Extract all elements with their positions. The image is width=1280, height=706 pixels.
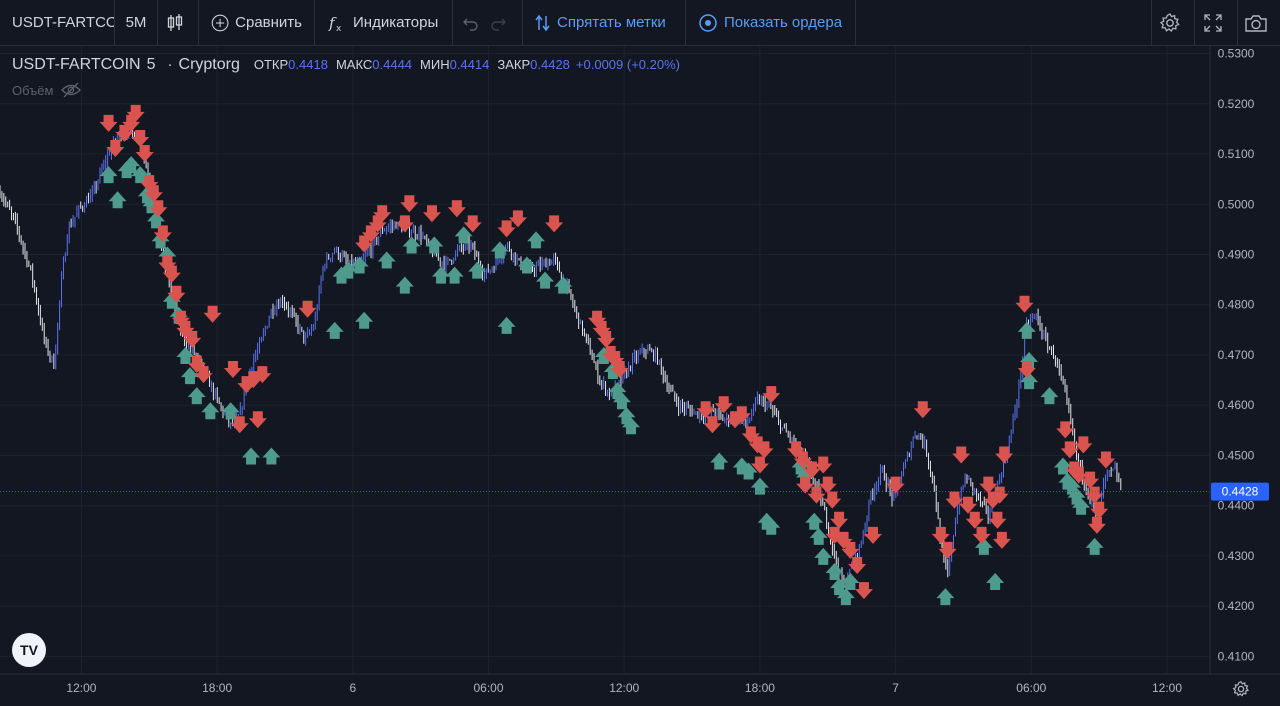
settings-button[interactable] [1151,0,1194,46]
time-tick-label: 7 [892,681,899,695]
legend-high-label: МАКС [335,57,373,72]
legend-interval: 5 [146,56,156,73]
legend-open-value: 0.4418 [288,57,328,72]
price-tick-label: 0.4700 [1218,348,1255,362]
undo-icon[interactable] [462,14,480,32]
tradingview-logo[interactable]: TV [12,633,46,667]
top-toolbar: USDT-FARTCOIN 5M Сравнить f x Индикаторы [0,0,1280,46]
hide-marks-label: Спрятать метки [557,14,666,31]
compare-label: Сравнить [235,14,302,31]
gear-icon [1159,12,1180,32]
indicators-button[interactable]: f x Индикаторы [315,0,453,46]
interval-label: 5M [125,14,147,31]
price-tick-label: 0.4400 [1218,499,1255,513]
symbol-search-button[interactable]: USDT-FARTCOIN [0,0,115,46]
eye-crossed-icon[interactable] [61,82,82,98]
price-tick-label: 0.4900 [1218,247,1255,261]
svg-text:x: x [336,24,342,33]
time-tick-label: 6 [349,681,356,695]
price-tick-label: 0.4500 [1218,448,1255,462]
fullscreen-button[interactable] [1194,0,1237,46]
volume-label: Объём [12,82,54,98]
show-orders-button[interactable]: Показать ордера [686,0,856,46]
screenshot-button[interactable] [1237,0,1280,46]
time-tick-label: 12:00 [66,681,96,695]
toolbar-right-group [1151,0,1280,46]
legend-low-label: МИН [420,57,450,72]
legend-low-value: 0.4414 [449,57,490,72]
compare-button[interactable]: Сравнить [199,0,315,46]
time-tick-label: 12:00 [609,681,639,695]
indicators-label: Индикаторы [353,14,439,31]
legend-high-value: 0.4444 [372,57,413,72]
redo-icon[interactable] [489,14,507,32]
show-orders-label: Показать ордера [724,14,843,31]
price-tick-label: 0.4800 [1218,298,1255,312]
price-tick-label: 0.4300 [1218,549,1255,563]
logo-text: TV [20,642,38,658]
hide-marks-button[interactable]: Спрятать метки [523,0,686,46]
price-tick-label: 0.4600 [1218,398,1255,412]
symbol-label: USDT-FARTCOIN [12,14,114,31]
price-chart[interactable]: 0.5300 0.5200 0.5100 0.5000 0.4900 0.4800 0.47… [0,46,1280,706]
legend-symbol: USDT-FARTCOIN [12,56,141,73]
price-tick-label: 0.5300 [1218,47,1255,61]
plus-circle-icon [211,14,229,31]
fullscreen-icon [1204,13,1222,32]
time-tick-label: 06:00 [474,681,504,695]
price-tick-label: 0.5200 [1218,97,1255,111]
legend-close-label: ЗАКР [497,57,531,72]
price-tick-label: 0.5000 [1218,197,1255,211]
time-tick-label: 06:00 [1016,681,1046,695]
interval-button[interactable]: 5M [115,0,158,46]
target-icon [699,13,717,32]
camera-icon [1245,14,1267,32]
legend-close-value: 0.4428 [530,57,570,72]
last-price-text: 0.4428 [1222,485,1259,499]
chart-type-button[interactable] [158,0,199,46]
undo-redo-group [453,0,523,46]
legend-separator: · [167,56,173,73]
time-tick-label: 12:00 [1152,681,1182,695]
legend-change: +0.0009 (+0.20%) [575,57,680,72]
price-tick-label: 0.5100 [1218,147,1255,161]
last-price-label: 0.4428 [1211,482,1269,501]
legend-exchange: Cryptorg [178,56,240,73]
candles-icon [167,13,183,31]
time-tick-label: 18:00 [202,681,232,695]
price-tick-label: 0.4100 [1218,649,1255,663]
sort-arrows-icon [535,14,550,31]
price-tick-label: 0.4200 [1218,599,1255,613]
chart-legend: USDT-FARTCOIN 5 · Cryptorg ОТКР 0.4418 МА… [12,56,680,74]
time-tick-label: 18:00 [745,681,775,695]
legend-open-label: ОТКР [253,57,289,72]
fx-icon: f x [328,14,342,33]
volume-indicator-legend[interactable]: Объём [12,82,82,98]
